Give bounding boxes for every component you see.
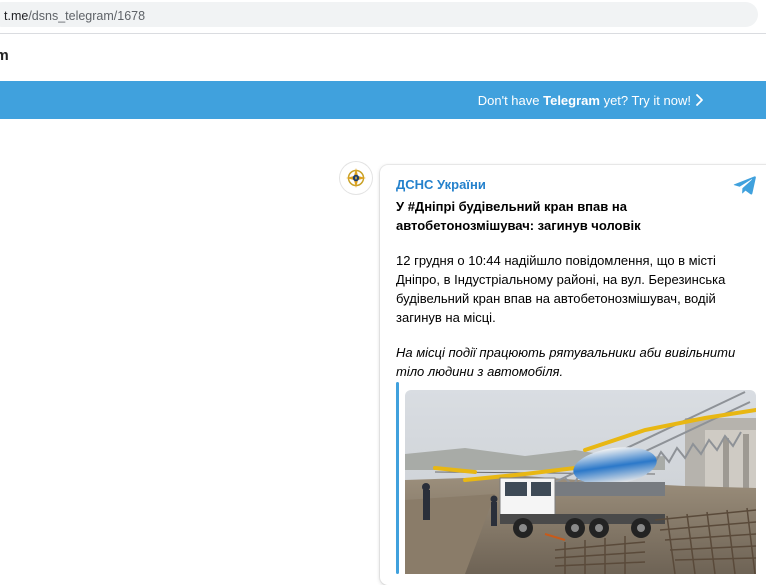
media-accent-line xyxy=(396,382,399,574)
dsns-emblem-icon xyxy=(346,168,366,188)
post-italic-text: На місці події працюють рятувальники аби… xyxy=(396,345,736,379)
get-telegram-banner[interactable]: Don't have Telegram yet? Try it now! xyxy=(0,81,766,119)
url-field[interactable]: t.me/dsns_telegram/1678 xyxy=(0,2,758,27)
telegram-brand-title[interactable]: am xyxy=(0,47,9,64)
banner-text-bold: Telegram xyxy=(543,93,600,108)
accident-photo-image xyxy=(405,390,756,574)
url-text[interactable]: t.me/dsns_telegram/1678 xyxy=(4,9,145,23)
post-body-text: 12 грудня о 10:44 надійшло повідомлення,… xyxy=(396,253,726,325)
browser-address-bar: t.me/dsns_telegram/1678 xyxy=(0,0,766,31)
divider xyxy=(0,33,766,34)
banner-text-start: Don't have xyxy=(477,93,544,108)
post-photo[interactable] xyxy=(405,390,756,574)
post-title: У #Дніпрі будівельний кран впав на автоб… xyxy=(396,199,641,233)
chevron-right-icon xyxy=(696,94,703,106)
url-host: t.me xyxy=(4,9,29,23)
banner-text-end: yet? Try it now! xyxy=(599,93,691,108)
telegram-logo-icon[interactable] xyxy=(733,175,757,195)
channel-avatar[interactable] xyxy=(340,162,372,194)
channel-name-link[interactable]: ДСНС України xyxy=(396,177,486,192)
banner-text[interactable]: Don't have Telegram yet? Try it now! xyxy=(478,93,691,108)
url-path: /dsns_telegram/1678 xyxy=(28,9,146,23)
